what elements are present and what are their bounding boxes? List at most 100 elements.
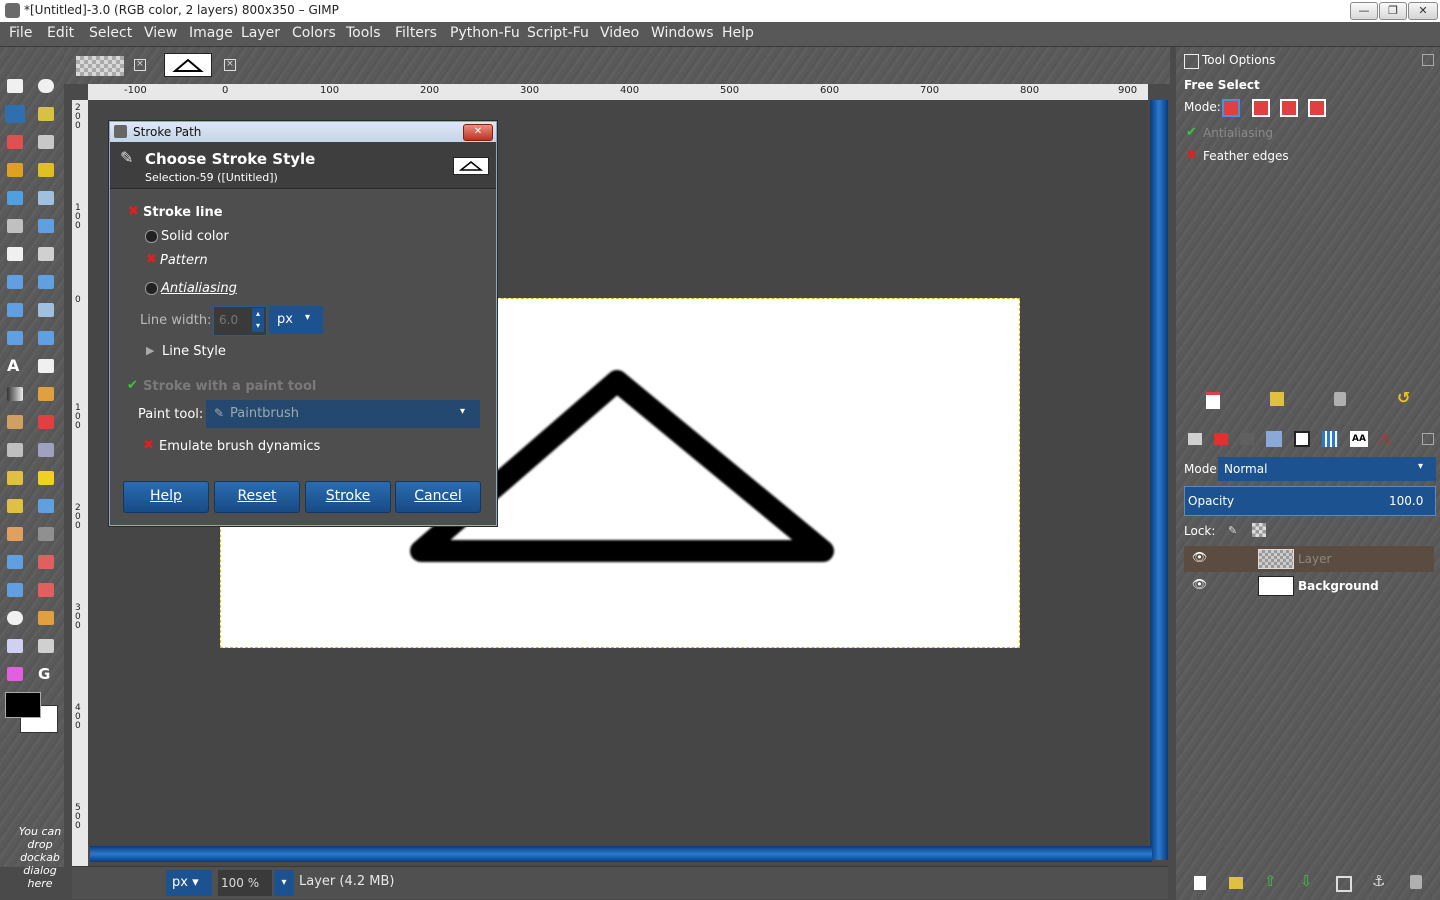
paint-tool-radio-icon[interactable]: ✔ <box>127 378 138 393</box>
scale-icon[interactable] <box>38 275 54 289</box>
reset-options-icon[interactable]: ↺ <box>1397 390 1411 406</box>
close-button[interactable]: ✕ <box>1408 2 1438 20</box>
menu-file[interactable]: File <box>9 25 32 41</box>
emulate-dynamics-option[interactable]: Emulate brush dynamics <box>159 439 320 454</box>
mode-add-icon[interactable] <box>1252 99 1270 117</box>
pencil-icon[interactable] <box>38 387 54 401</box>
stroke-paint-tool-option[interactable]: Stroke with a paint tool <box>143 379 316 394</box>
image-tab-thumbnail-2[interactable] <box>164 53 212 77</box>
free-select-icon[interactable] <box>5 105 25 123</box>
clone-icon[interactable] <box>7 471 23 485</box>
colormap-tab-icon[interactable] <box>1266 431 1282 447</box>
antialias-check-icon[interactable]: ✔ <box>1186 125 1197 140</box>
hue-icon[interactable] <box>7 639 23 653</box>
foreground-color-swatch[interactable] <box>5 692 41 718</box>
image-tab-thumbnail-1[interactable] <box>76 56 124 76</box>
layer-name[interactable]: Layer <box>1298 552 1331 566</box>
heal-icon[interactable] <box>38 471 54 485</box>
shear-icon[interactable] <box>7 303 23 317</box>
line-width-spinner[interactable]: 6.0 ▴ ▾ <box>213 306 267 336</box>
color-picker-icon[interactable] <box>7 191 23 205</box>
error-console-tab-icon[interactable]: ⚠ <box>1378 431 1394 447</box>
unit-select[interactable]: px ▾ <box>166 870 212 896</box>
anchor-layer-icon[interactable]: ⚓ <box>1372 873 1386 889</box>
vertical-scrollbar[interactable] <box>1150 100 1168 860</box>
pattern-cross-icon[interactable]: ✖ <box>146 252 157 267</box>
delete-layer-icon[interactable] <box>1410 875 1422 889</box>
paths-icon[interactable] <box>38 163 54 177</box>
stroke-line-option[interactable]: Stroke line <box>143 205 223 220</box>
reset-button[interactable]: Reset <box>214 481 300 513</box>
expander-arrow-icon[interactable]: ▶ <box>146 344 154 357</box>
menu-tools[interactable]: Tools <box>346 25 381 41</box>
close-tab-icon[interactable]: × <box>134 59 146 71</box>
paint-tool-select[interactable]: ✎ Paintbrush ▾ <box>206 400 480 428</box>
align-icon[interactable] <box>7 247 23 261</box>
zoom-field[interactable]: 100 % <box>218 870 272 896</box>
bucket-fill-icon[interactable] <box>38 359 54 373</box>
gegl-g-icon[interactable]: G <box>38 667 54 682</box>
eraser-icon[interactable] <box>38 415 54 429</box>
stroke-line-radio-icon[interactable]: ✖ <box>128 204 139 219</box>
antialiasing-option[interactable]: Antialiasing <box>161 281 237 296</box>
zoom-dropdown-button[interactable]: ▾ <box>274 870 294 896</box>
blend-icon[interactable] <box>7 387 23 401</box>
cage-icon[interactable] <box>38 331 54 345</box>
fonts-tab-icon[interactable]: AA <box>1350 431 1368 447</box>
pattern-option[interactable]: Pattern <box>160 253 208 268</box>
new-layer-group-icon[interactable] <box>1229 877 1243 889</box>
channels-tab-icon[interactable] <box>1214 433 1228 445</box>
restore-options-icon[interactable] <box>1270 392 1284 406</box>
spinner-arrows-icon[interactable]: ▴ ▾ <box>252 308 264 332</box>
help-button[interactable]: Help <box>123 481 209 513</box>
stroke-button[interactable]: Stroke <box>305 481 391 513</box>
panel-menu-icon[interactable] <box>1422 433 1434 445</box>
layer-row-selected[interactable]: 👁 Layer <box>1184 546 1434 572</box>
blur-icon[interactable] <box>38 499 54 513</box>
duplicate-layer-icon[interactable] <box>1336 876 1352 892</box>
dodge-burn-icon[interactable] <box>38 527 54 541</box>
foreground-select-icon[interactable] <box>7 163 23 177</box>
line-width-unit-select[interactable]: px ▾ <box>269 306 323 334</box>
feather-edges-option[interactable]: Feather edges <box>1203 149 1289 163</box>
selection-editor-tab-icon[interactable] <box>1322 431 1338 447</box>
menu-colors[interactable]: Colors <box>292 25 336 41</box>
rotate-icon[interactable] <box>7 275 23 289</box>
threshold-icon[interactable] <box>38 611 54 625</box>
airbrush-icon[interactable] <box>7 443 23 457</box>
delete-options-icon[interactable] <box>1334 392 1346 406</box>
feather-cross-icon[interactable]: ✖ <box>1186 148 1197 163</box>
filter-tool-icon[interactable] <box>7 555 23 569</box>
minimize-button[interactable]: — <box>1350 2 1378 20</box>
flip-icon[interactable] <box>7 331 23 345</box>
scissors-icon[interactable] <box>38 135 54 149</box>
levels-icon[interactable] <box>7 583 23 597</box>
perspective-clone-icon[interactable] <box>7 499 23 513</box>
menu-layer[interactable]: Layer <box>241 25 280 41</box>
colorize-icon[interactable] <box>7 667 23 681</box>
menu-edit[interactable]: Edit <box>47 25 74 41</box>
posterize-icon[interactable] <box>38 639 54 653</box>
menu-view[interactable]: View <box>144 25 177 41</box>
gegl-tool-icon[interactable] <box>38 555 54 569</box>
menu-windows[interactable]: Windows <box>651 25 714 41</box>
text-tool-icon[interactable]: A <box>7 358 23 374</box>
paintbrush-icon[interactable] <box>7 415 23 429</box>
visibility-eye-icon[interactable]: 👁 <box>1192 577 1207 591</box>
menu-python-fu[interactable]: Python-Fu <box>450 25 520 41</box>
layers-tab-icon[interactable] <box>1188 433 1202 445</box>
menu-select[interactable]: Select <box>89 25 132 41</box>
perspective-icon[interactable] <box>38 303 54 317</box>
menu-video[interactable]: Video <box>600 25 639 41</box>
opacity-slider[interactable]: Opacity 100.0 <box>1184 486 1436 516</box>
raise-layer-icon[interactable]: ⇧ <box>1264 873 1278 889</box>
cancel-button[interactable]: Cancel <box>395 481 481 513</box>
new-layer-icon[interactable] <box>1194 876 1206 890</box>
layer-name[interactable]: Background <box>1298 579 1379 593</box>
smudge-icon[interactable] <box>7 527 23 541</box>
line-style-expander[interactable]: Line Style <box>162 344 226 359</box>
lock-pixels-icon[interactable]: ✎ <box>1228 525 1240 537</box>
crop-icon[interactable] <box>38 247 54 261</box>
lock-alpha-icon[interactable] <box>1252 523 1266 537</box>
close-tab-icon[interactable]: × <box>224 59 236 71</box>
